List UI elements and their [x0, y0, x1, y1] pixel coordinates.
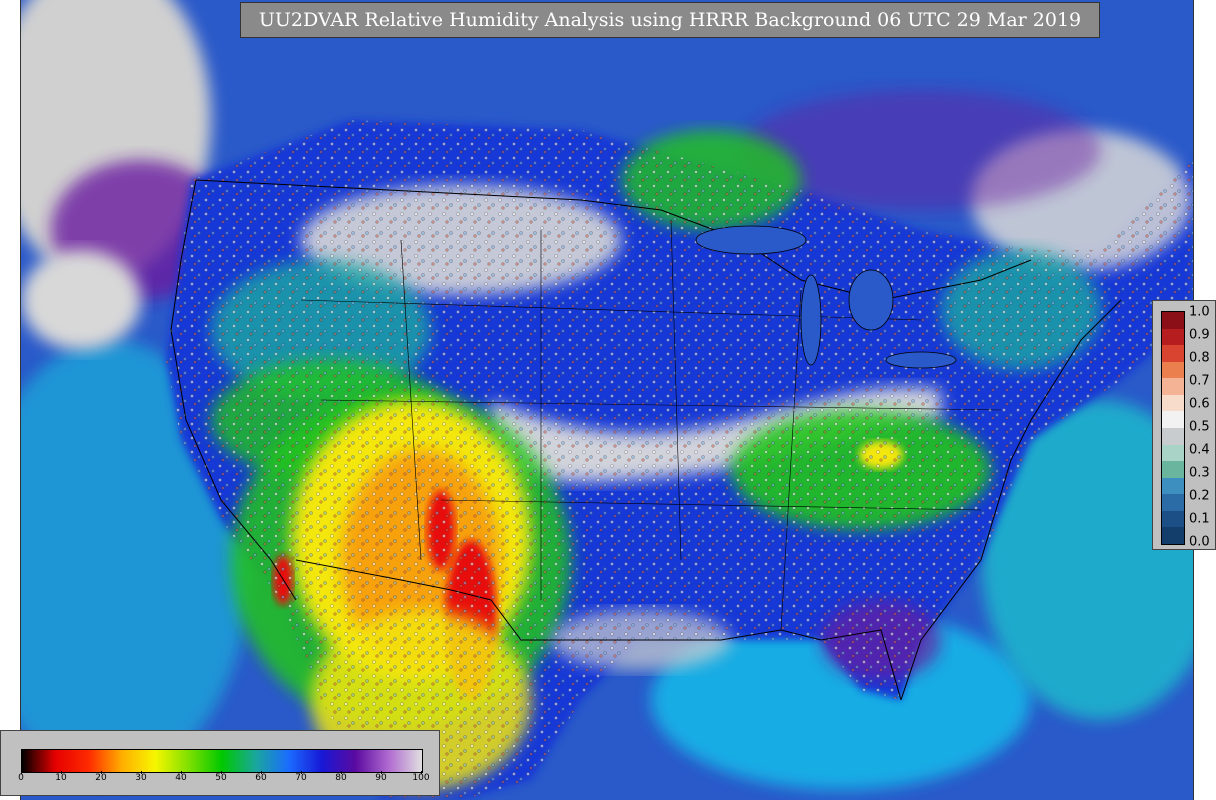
obs-colorbar-band [1162, 378, 1184, 395]
obs-colorbar-band [1162, 361, 1184, 379]
obs-colorbar-band [1162, 461, 1184, 478]
obs-colorbar-panel: 1.0 0.9 0.8 0.7 0.6 0.5 0.4 0.3 0.2 0.1 0.0 [1152, 300, 1216, 550]
obs-colorbar-band [1162, 328, 1184, 346]
rh-tick-label: 20 [95, 773, 107, 783]
lake-erie [885, 351, 957, 369]
obs-colorbar-bands [1161, 311, 1185, 545]
rh-tick-label: 60 [255, 773, 267, 783]
obs-tick-label: 0.7 [1189, 373, 1210, 389]
map-title: UU2DVAR Relative Humidity Analysis using… [240, 2, 1100, 38]
lake-superior [695, 225, 807, 255]
obs-tick-label: 0.4 [1189, 442, 1210, 458]
rh-colorbar-gradient [21, 749, 423, 773]
obs-colorbar-band [1162, 527, 1184, 544]
obs-tick-label: 0.3 [1189, 465, 1210, 481]
obs-tick-label: 0.2 [1189, 488, 1210, 504]
obs-tick-label: 0.8 [1189, 350, 1210, 366]
rh-tick-label: 40 [175, 773, 187, 783]
obs-tick-label: 0.5 [1189, 419, 1210, 435]
rh-colorbar-panel: 0 10 20 30 40 50 60 70 80 90 100 [0, 730, 440, 796]
obs-tick-label: 0.9 [1189, 327, 1210, 343]
rh-tick-label: 70 [295, 773, 307, 783]
rh-tick-label: 80 [335, 773, 347, 783]
rh-tick-label: 90 [375, 773, 387, 783]
rh-tick-label: 10 [55, 773, 67, 783]
obs-colorbar-band [1162, 477, 1184, 495]
obs-tick-label: 0.1 [1189, 511, 1210, 527]
obs-colorbar-band [1162, 345, 1184, 362]
obs-colorbar-band [1162, 510, 1184, 528]
rh-tick-label: 30 [135, 773, 147, 783]
obs-colorbar-band [1162, 444, 1184, 462]
obs-colorbar-band [1162, 312, 1184, 329]
obs-colorbar-band [1162, 427, 1184, 445]
obs-tick-label: 0.6 [1189, 396, 1210, 412]
pacific-moist-field-2 [21, 250, 141, 350]
obs-colorbar-band [1162, 394, 1184, 412]
rh-tick-label: 100 [412, 773, 430, 783]
obs-colorbar-band [1162, 411, 1184, 428]
rh-tick-label: 0 [18, 773, 24, 783]
map-frame[interactable] [20, 0, 1194, 800]
obs-tick-label: 0.0 [1189, 534, 1210, 550]
rh-tick-label: 50 [215, 773, 227, 783]
obs-tick-label: 1.0 [1189, 304, 1210, 320]
obs-colorbar-band [1162, 494, 1184, 511]
lake-michigan [800, 274, 822, 366]
lake-huron [848, 269, 894, 331]
humidity-map [21, 0, 1193, 800]
